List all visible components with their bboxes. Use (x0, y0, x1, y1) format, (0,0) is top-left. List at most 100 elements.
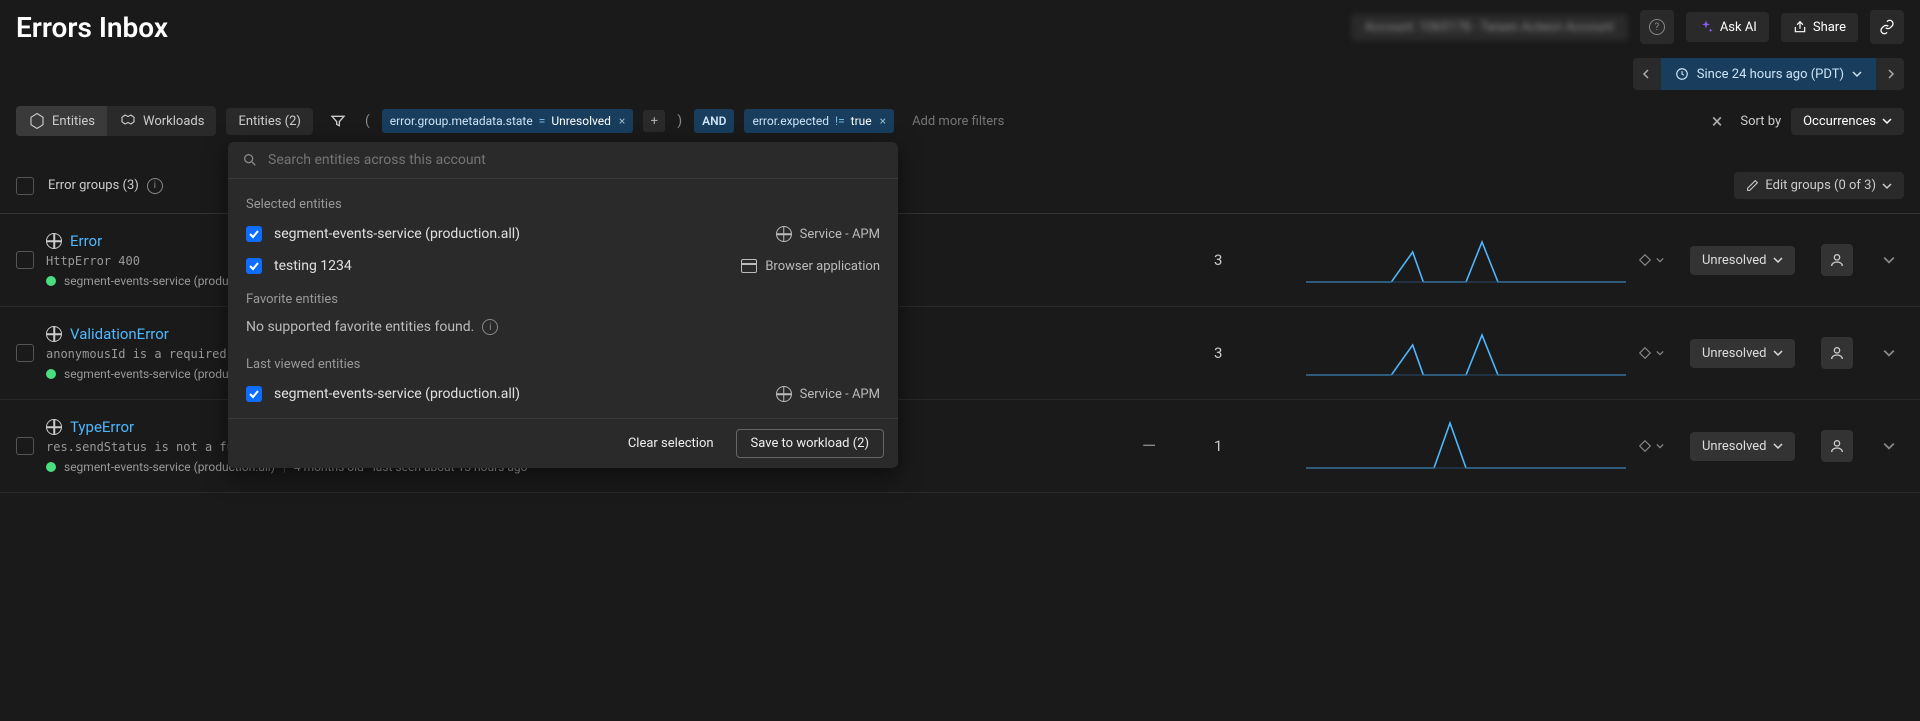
row-menu-button[interactable] (1874, 254, 1904, 266)
time-range-label: Since 24 hours ago (PDT) (1697, 67, 1844, 82)
help-button[interactable]: ? (1640, 10, 1674, 44)
dropdown-search-row (228, 142, 898, 179)
error-name: ValidationError (70, 325, 169, 343)
clock-icon (1675, 67, 1689, 81)
row-menu-button[interactable] (1874, 347, 1904, 359)
filter-remove-icon[interactable]: × (878, 114, 886, 128)
favorite-entities-label: Favorite entities (228, 282, 898, 313)
hexagon-icon (28, 112, 46, 130)
error-name: TypeError (70, 418, 134, 436)
chevron-down-icon (1773, 441, 1783, 451)
occurrence-count: 3 (1214, 344, 1294, 362)
time-range-next[interactable] (1876, 58, 1904, 90)
no-favorites-text: No supported favorite entities found. (246, 319, 474, 335)
entity-checkbox[interactable] (246, 386, 262, 402)
correlation-button[interactable] (1638, 439, 1678, 453)
no-favorites-message: No supported favorite entities found. i (228, 313, 898, 347)
chevron-down-icon (1773, 255, 1783, 265)
save-workload-button[interactable]: Save to workload (2) (736, 429, 884, 458)
error-groups-label: Error groups (3) (48, 178, 139, 193)
copy-link-button[interactable] (1870, 10, 1904, 44)
last-viewed-label: Last viewed entities (228, 347, 898, 378)
share-label: Share (1813, 20, 1846, 35)
entity-type: Service - APM (776, 386, 880, 402)
workloads-view-button[interactable]: Workloads (107, 106, 216, 136)
globe-icon (46, 233, 62, 249)
time-range-picker[interactable]: Since 24 hours ago (PDT) (1661, 58, 1876, 90)
filter-remove-icon[interactable]: × (617, 114, 625, 128)
entity-option[interactable]: segment-events-service (production.all) … (228, 218, 898, 250)
workloads-icon (119, 112, 137, 130)
edit-groups-button[interactable]: Edit groups (0 of 3) (1734, 172, 1904, 199)
row-checkbox[interactable] (16, 344, 34, 362)
entity-option[interactable]: segment-events-service (production.all) … (228, 378, 898, 410)
filter-funnel-button[interactable] (323, 106, 353, 136)
entity-checkbox[interactable] (246, 226, 262, 242)
status-dot-icon (46, 462, 56, 472)
row-checkbox[interactable] (16, 437, 34, 455)
status-label: Unresolved (1702, 253, 1767, 268)
entities-selector[interactable]: Entities (2) (226, 108, 313, 135)
entity-type: Browser application (741, 259, 880, 274)
chevron-down-icon (1852, 69, 1862, 79)
dropdown-body: Selected entities segment-events-service… (228, 179, 898, 418)
status-dropdown[interactable]: Unresolved (1690, 246, 1795, 275)
clear-selection-button[interactable]: Clear selection (618, 429, 724, 458)
select-all-checkbox[interactable] (16, 177, 34, 195)
status-dot-icon (46, 369, 56, 379)
funnel-icon (330, 113, 346, 129)
row-menu-button[interactable] (1874, 440, 1904, 452)
chevron-down-icon (1883, 347, 1895, 359)
info-icon[interactable]: i (147, 178, 163, 194)
chevron-down-icon (1656, 442, 1664, 450)
sparkline-chart (1306, 232, 1626, 288)
entities-view-button[interactable]: Entities (16, 106, 107, 136)
share-button[interactable]: Share (1781, 13, 1858, 42)
paren-close: ) (675, 113, 684, 129)
ask-ai-button[interactable]: Ask AI (1686, 12, 1769, 42)
page-title: Errors Inbox (16, 11, 168, 44)
entity-type: Service - APM (776, 226, 880, 242)
add-filters-input[interactable] (904, 114, 1694, 129)
entity-name: segment-events-service (production.all) (274, 226, 764, 242)
sparkline-chart (1306, 325, 1626, 381)
status-dropdown[interactable]: Unresolved (1690, 432, 1795, 461)
filter-chip-expected[interactable]: error.expected != true × (744, 109, 894, 133)
row-checkbox[interactable] (16, 251, 34, 269)
sort-dropdown[interactable]: Occurrences (1791, 108, 1904, 135)
filter-bar: Entities Workloads Entities (2) ( error.… (0, 98, 1920, 144)
globe-icon (776, 386, 792, 402)
chevron-right-icon (1885, 69, 1895, 79)
account-selector[interactable]: Account: 1065178 - Teisen Acteon Account (1351, 14, 1628, 41)
info-icon[interactable]: i (482, 319, 498, 335)
entity-option[interactable]: testing 1234 Browser application (228, 250, 898, 282)
correlation-button[interactable] (1638, 253, 1678, 267)
entities-view-label: Entities (52, 114, 95, 129)
entity-search-input[interactable] (268, 152, 884, 168)
assign-button[interactable] (1821, 430, 1853, 462)
correlation-button[interactable] (1638, 346, 1678, 360)
assign-button[interactable] (1821, 244, 1853, 276)
filter-value: Unresolved (551, 114, 611, 128)
status-dropdown[interactable]: Unresolved (1690, 339, 1795, 368)
clear-filters-button[interactable]: × (1704, 109, 1731, 133)
entity-name: testing 1234 (274, 258, 729, 274)
filter-add-inside-paren[interactable]: + (643, 110, 665, 132)
user-icon (1829, 345, 1845, 361)
user-icon (1829, 438, 1845, 454)
correlation-indicator: — (1142, 436, 1202, 457)
chevron-down-icon (1883, 440, 1895, 452)
error-name: Error (70, 232, 102, 250)
sort-by-label: Sort by (1740, 114, 1781, 129)
diamond-icon (1638, 346, 1652, 360)
entity-name: segment-events-service (production.all) (274, 386, 764, 402)
assign-button[interactable] (1821, 337, 1853, 369)
entity-checkbox[interactable] (246, 258, 262, 274)
status-label: Unresolved (1702, 346, 1767, 361)
time-range-prev[interactable] (1633, 58, 1661, 90)
view-toggle: Entities Workloads (16, 106, 216, 136)
link-icon (1879, 19, 1895, 35)
status-label: Unresolved (1702, 439, 1767, 454)
sort-value: Occurrences (1803, 114, 1876, 129)
filter-chip-state[interactable]: error.group.metadata.state = Unresolved … (382, 109, 634, 133)
